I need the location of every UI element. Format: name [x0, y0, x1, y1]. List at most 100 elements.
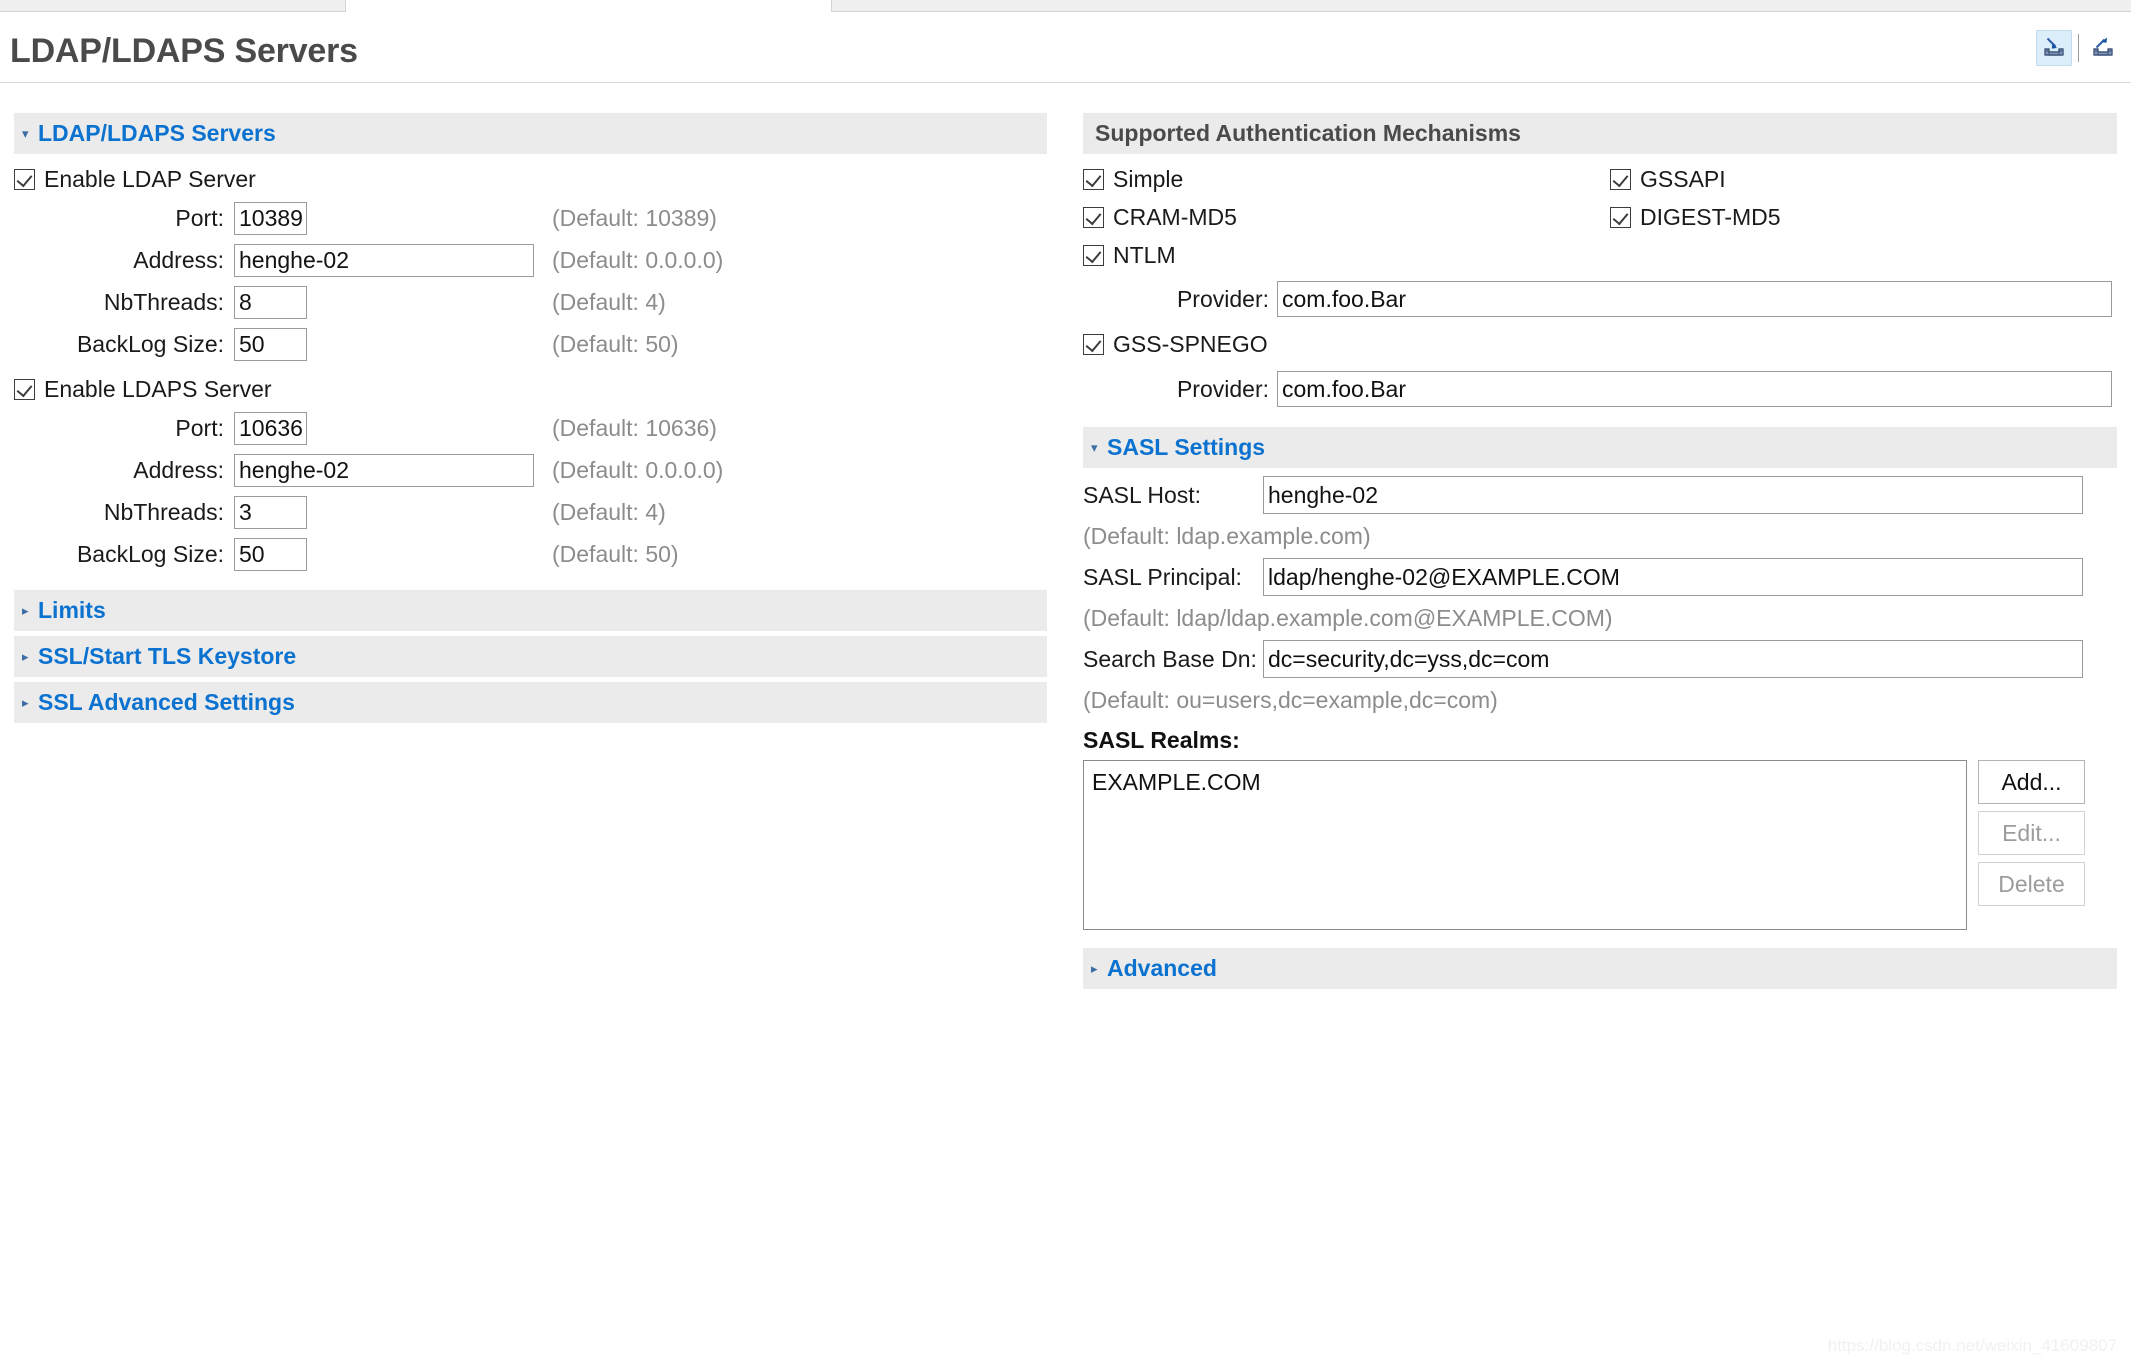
ldap-address-input[interactable]: henghe-02: [234, 244, 534, 277]
auth-gssapi-checkbox[interactable]: [1610, 169, 1631, 190]
section-title-ssl-advanced-settings: SSL Advanced Settings: [38, 689, 295, 716]
ldap-nbthreads-input[interactable]: 8: [234, 286, 307, 319]
auth-digest-md5-label: DIGEST-MD5: [1640, 204, 1781, 231]
ldaps-backlog-size-label: BackLog Size:: [69, 541, 224, 568]
chevron-right-icon: ▸: [22, 604, 38, 617]
sasl-realms-area: EXAMPLE.COM Add... Edit... Delete: [1083, 760, 2117, 930]
sasl-principal-hint: (Default: ldap/ldap.example.com@EXAMPLE.…: [1083, 598, 2117, 638]
ldaps-backlog-size-row: BackLog Size: 50 (Default: 50): [14, 534, 1047, 575]
auth-simple-row[interactable]: Simple: [1083, 160, 2117, 198]
section-ldap-ldaps-servers[interactable]: ▾ LDAP/LDAPS Servers: [14, 112, 1047, 154]
ldaps-nbthreads-hint: (Default: 4): [552, 499, 666, 526]
enable-ldaps-server-label: Enable LDAPS Server: [44, 376, 272, 403]
ldap-server-group: Enable LDAP Server Port: 10389 (Default:…: [14, 161, 1047, 365]
enable-ldaps-server-row[interactable]: Enable LDAPS Server: [14, 371, 1047, 407]
auth-gss-spnego-row[interactable]: GSS-SPNEGO: [1083, 324, 2117, 364]
sasl-host-label: SASL Host:: [1083, 482, 1263, 509]
auth-mechanisms-grid: Simple CRAM-MD5 NTLM GSSAPI DIGEST-MD5: [1083, 160, 2117, 274]
maximize-view-icon[interactable]: [2085, 30, 2121, 66]
page-header: LDAP/LDAPS Servers: [0, 12, 2131, 83]
auth-cram-md5-checkbox[interactable]: [1083, 207, 1104, 228]
ntlm-provider-input[interactable]: com.foo.Bar: [1277, 281, 2112, 317]
section-limits[interactable]: ▸ Limits: [14, 589, 1047, 631]
chevron-right-icon: ▸: [1091, 962, 1107, 975]
ldaps-address-label: Address:: [69, 457, 224, 484]
auth-gssapi-label: GSSAPI: [1640, 166, 1726, 193]
section-title-limits: Limits: [38, 597, 106, 624]
ldap-nbthreads-hint: (Default: 4): [552, 289, 666, 316]
auth-gssapi-row[interactable]: GSSAPI: [1610, 160, 1781, 198]
auth-cram-md5-row[interactable]: CRAM-MD5: [1083, 198, 2117, 236]
section-advanced[interactable]: ▸ Advanced: [1083, 947, 2117, 989]
sasl-settings-body: SASL Host: henghe-02 (Default: ldap.exam…: [1083, 474, 2117, 930]
enable-ldap-server-row[interactable]: Enable LDAP Server: [14, 161, 1047, 197]
ldaps-address-input[interactable]: henghe-02: [234, 454, 534, 487]
auth-digest-md5-checkbox[interactable]: [1610, 207, 1631, 228]
ldaps-address-row: Address: henghe-02 (Default: 0.0.0.0): [14, 450, 1047, 491]
sasl-principal-row: SASL Principal: ldap/henghe-02@EXAMPLE.C…: [1083, 556, 2117, 598]
ldaps-address-hint: (Default: 0.0.0.0): [552, 457, 723, 484]
ntlm-provider-row: Provider: com.foo.Bar: [1083, 278, 2117, 320]
ldap-nbthreads-row: NbThreads: 8 (Default: 4): [14, 282, 1047, 323]
ldaps-port-input[interactable]: 10636: [234, 412, 307, 445]
ldap-nbthreads-label: NbThreads:: [69, 289, 224, 316]
gss-spnego-provider-label: Provider:: [1119, 376, 1269, 403]
enable-ldap-server-checkbox[interactable]: [14, 169, 35, 190]
section-sasl-settings[interactable]: ▾ SASL Settings: [1083, 426, 2117, 468]
sasl-host-row: SASL Host: henghe-02: [1083, 474, 2117, 516]
section-ssl-advanced-settings[interactable]: ▸ SSL Advanced Settings: [14, 681, 1047, 723]
ldap-backlog-size-hint: (Default: 50): [552, 331, 679, 358]
ldap-backlog-size-row: BackLog Size: 50 (Default: 50): [14, 324, 1047, 365]
ldap-port-row: Port: 10389 (Default: 10389): [14, 198, 1047, 239]
editor-tab-strip: [0, 0, 2131, 12]
section-title-ldap-ldaps-servers: LDAP/LDAPS Servers: [38, 120, 276, 147]
search-base-dn-hint: (Default: ou=users,dc=example,dc=com): [1083, 680, 2117, 720]
header-actions-separator: [2078, 34, 2079, 62]
ldap-backlog-size-input[interactable]: 50: [234, 328, 307, 361]
sasl-host-hint: (Default: ldap.example.com): [1083, 516, 2117, 556]
active-editor-tab[interactable]: [345, 0, 832, 12]
collapsed-sections: ▸ Limits ▸ SSL/Start TLS Keystore ▸ SSL …: [14, 589, 1047, 723]
ldap-address-label: Address:: [69, 247, 224, 274]
left-column: ▾ LDAP/LDAPS Servers Enable LDAP Server …: [14, 112, 1047, 723]
enable-ldaps-server-checkbox[interactable]: [14, 379, 35, 400]
gss-spnego-provider-input[interactable]: com.foo.Bar: [1277, 371, 2112, 407]
ldaps-nbthreads-input[interactable]: 3: [234, 496, 307, 529]
ldaps-nbthreads-row: NbThreads: 3 (Default: 4): [14, 492, 1047, 533]
ldaps-nbthreads-label: NbThreads:: [69, 499, 224, 526]
restore-view-icon[interactable]: [2036, 30, 2072, 66]
chevron-right-icon: ▸: [22, 696, 38, 709]
auth-digest-md5-row[interactable]: DIGEST-MD5: [1610, 198, 1781, 236]
section-title-supported-authentication-mechanisms: Supported Authentication Mechanisms: [1095, 120, 1521, 147]
watermark: https://blog.csdn.net/weixin_41609807: [1828, 1336, 2117, 1356]
delete-realm-button: Delete: [1978, 862, 2085, 906]
list-item[interactable]: EXAMPLE.COM: [1092, 767, 1958, 797]
section-ssl-start-tls-keystore[interactable]: ▸ SSL/Start TLS Keystore: [14, 635, 1047, 677]
ldaps-backlog-size-input[interactable]: 50: [234, 538, 307, 571]
sasl-host-input[interactable]: henghe-02: [1263, 476, 2083, 514]
enable-ldap-server-label: Enable LDAP Server: [44, 166, 256, 193]
ldap-backlog-size-label: BackLog Size:: [69, 331, 224, 358]
sasl-principal-input[interactable]: ldap/henghe-02@EXAMPLE.COM: [1263, 558, 2083, 596]
auth-simple-checkbox[interactable]: [1083, 169, 1104, 190]
search-base-dn-row: Search Base Dn: dc=security,dc=yss,dc=co…: [1083, 638, 2117, 680]
edit-realm-button: Edit...: [1978, 811, 2085, 855]
chevron-down-icon: ▾: [1091, 441, 1107, 454]
auth-ntlm-row[interactable]: NTLM: [1083, 236, 2117, 274]
sasl-realms-title: SASL Realms:: [1083, 720, 2117, 760]
auth-gss-spnego-label: GSS-SPNEGO: [1113, 331, 1268, 358]
ldap-port-input[interactable]: 10389: [234, 202, 307, 235]
sasl-realms-buttons: Add... Edit... Delete: [1978, 760, 2085, 906]
auth-gss-spnego-checkbox[interactable]: [1083, 334, 1104, 355]
search-base-dn-label: Search Base Dn:: [1083, 646, 1263, 673]
search-base-dn-input[interactable]: dc=security,dc=yss,dc=com: [1263, 640, 2083, 678]
sasl-realms-listbox[interactable]: EXAMPLE.COM: [1083, 760, 1967, 930]
add-realm-button[interactable]: Add...: [1978, 760, 2085, 804]
ldap-port-label: Port:: [69, 205, 224, 232]
auth-mechanisms-col-1: Simple CRAM-MD5 NTLM: [1083, 160, 2117, 274]
section-title-advanced: Advanced: [1107, 955, 1217, 982]
sasl-principal-label: SASL Principal:: [1083, 564, 1263, 591]
auth-ntlm-checkbox[interactable]: [1083, 245, 1104, 266]
page-title: LDAP/LDAPS Servers: [10, 32, 358, 71]
auth-mechanisms-col-2: GSSAPI DIGEST-MD5: [1610, 160, 1781, 236]
